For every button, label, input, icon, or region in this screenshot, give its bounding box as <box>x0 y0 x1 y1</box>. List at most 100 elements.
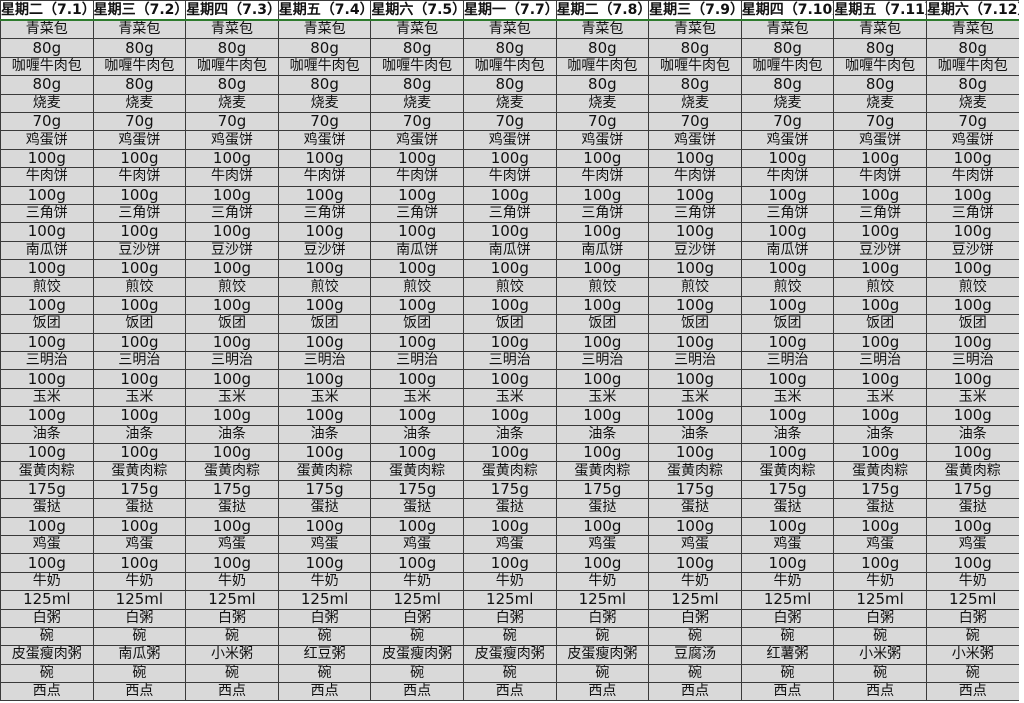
menu-cell[interactable]: 80g <box>277 75 372 95</box>
menu-cell[interactable]: 100g <box>185 553 279 573</box>
menu-cell[interactable]: 白粥 <box>740 608 835 628</box>
menu-cell[interactable]: 100g <box>833 442 927 463</box>
menu-cell[interactable]: 烧麦 <box>648 93 742 113</box>
menu-cell[interactable]: 100g <box>277 148 372 169</box>
menu-cell[interactable]: 175g <box>92 479 187 500</box>
menu-cell[interactable]: 碗 <box>740 626 835 647</box>
menu-cell[interactable]: 牛肉饼 <box>740 167 835 187</box>
menu-cell[interactable]: 100g <box>925 332 1020 353</box>
menu-cell[interactable]: 烧麦 <box>925 93 1020 113</box>
menu-cell[interactable]: 100g <box>740 442 835 463</box>
menu-cell[interactable]: 100g <box>740 553 835 573</box>
menu-cell[interactable]: 牛奶 <box>277 571 372 592</box>
menu-cell[interactable]: 饭团 <box>462 314 557 334</box>
menu-cell[interactable]: 70g <box>185 111 279 132</box>
menu-cell[interactable]: 三明治 <box>925 351 1020 371</box>
menu-cell[interactable]: 三明治 <box>0 351 94 371</box>
menu-cell[interactable]: 三角饼 <box>462 203 557 224</box>
menu-cell[interactable]: 100g <box>92 406 187 426</box>
menu-cell[interactable]: 牛肉饼 <box>0 167 94 187</box>
menu-cell[interactable]: 蛋黄肉粽 <box>0 461 94 481</box>
menu-cell[interactable]: 南瓜饼 <box>555 240 650 261</box>
menu-cell[interactable]: 煎饺 <box>462 277 557 297</box>
menu-cell[interactable]: 80g <box>555 38 650 58</box>
menu-cell[interactable]: 蛋挞 <box>277 498 372 518</box>
menu-cell[interactable]: 100g <box>277 185 372 205</box>
menu-cell[interactable]: 100g <box>462 516 557 536</box>
menu-cell[interactable]: 100g <box>370 185 464 205</box>
menu-cell[interactable]: 100g <box>92 295 187 316</box>
menu-cell[interactable]: 100g <box>925 148 1020 169</box>
menu-cell[interactable]: 皮蛋瘦肉粥 <box>370 645 464 665</box>
menu-cell[interactable]: 100g <box>740 148 835 169</box>
menu-cell[interactable]: 100g <box>833 369 927 389</box>
menu-cell[interactable]: 皮蛋瘦肉粥 <box>462 645 557 665</box>
menu-cell[interactable]: 牛肉饼 <box>648 167 742 187</box>
menu-cell[interactable]: 125ml <box>277 590 372 610</box>
menu-cell[interactable]: 100g <box>92 369 187 389</box>
menu-cell[interactable]: 100g <box>370 148 464 169</box>
menu-cell[interactable]: 80g <box>462 38 557 58</box>
menu-cell[interactable]: 80g <box>833 75 927 95</box>
menu-cell[interactable]: 三明治 <box>185 351 279 371</box>
menu-cell[interactable]: 三明治 <box>740 351 835 371</box>
menu-cell[interactable]: 125ml <box>185 590 279 610</box>
menu-cell[interactable]: 牛奶 <box>740 571 835 592</box>
menu-cell[interactable]: 175g <box>833 479 927 500</box>
menu-cell[interactable]: 三明治 <box>370 351 464 371</box>
menu-cell[interactable]: 鸡蛋饼 <box>277 130 372 150</box>
menu-cell[interactable]: 三明治 <box>648 351 742 371</box>
menu-cell[interactable]: 80g <box>648 38 742 58</box>
menu-cell[interactable]: 碗 <box>648 663 742 684</box>
menu-cell[interactable]: 100g <box>185 259 279 279</box>
menu-cell[interactable]: 碗 <box>555 626 650 647</box>
menu-cell[interactable]: 牛奶 <box>925 571 1020 592</box>
menu-cell[interactable]: 饭团 <box>185 314 279 334</box>
menu-cell[interactable]: 三角饼 <box>0 203 94 224</box>
menu-cell[interactable]: 玉米 <box>925 387 1020 408</box>
menu-cell[interactable]: 100g <box>370 259 464 279</box>
menu-cell[interactable]: 玉米 <box>0 387 94 408</box>
menu-cell[interactable]: 牛奶 <box>462 571 557 592</box>
menu-cell[interactable]: 100g <box>462 442 557 463</box>
menu-cell[interactable]: 鸡蛋 <box>925 534 1020 555</box>
menu-cell[interactable]: 碗 <box>555 663 650 684</box>
menu-cell[interactable]: 100g <box>648 295 742 316</box>
menu-cell[interactable]: 蛋挞 <box>648 498 742 518</box>
menu-cell[interactable]: 100g <box>555 295 650 316</box>
menu-cell[interactable]: 100g <box>0 553 94 573</box>
menu-cell[interactable]: 豆沙饼 <box>92 240 187 261</box>
menu-cell[interactable]: 100g <box>92 185 187 205</box>
menu-cell[interactable]: 碗 <box>277 663 372 684</box>
menu-cell[interactable]: 70g <box>740 111 835 132</box>
menu-cell[interactable]: 牛肉饼 <box>462 167 557 187</box>
menu-cell[interactable]: 100g <box>740 406 835 426</box>
menu-cell[interactable]: 125ml <box>0 590 94 610</box>
menu-cell[interactable]: 80g <box>740 38 835 58</box>
menu-cell[interactable]: 煎饺 <box>370 277 464 297</box>
menu-cell[interactable]: 鸡蛋饼 <box>648 130 742 150</box>
menu-cell[interactable]: 100g <box>648 185 742 205</box>
menu-cell[interactable]: 100g <box>370 332 464 353</box>
menu-cell[interactable]: 饭团 <box>925 314 1020 334</box>
menu-cell[interactable]: 100g <box>648 369 742 389</box>
menu-cell[interactable]: 咖喱牛肉包 <box>462 56 557 77</box>
menu-cell[interactable]: 175g <box>185 479 279 500</box>
menu-cell[interactable]: 碗 <box>370 626 464 647</box>
menu-cell[interactable]: 南瓜饼 <box>462 240 557 261</box>
menu-cell[interactable]: 牛肉饼 <box>185 167 279 187</box>
menu-cell[interactable]: 蛋黄肉粽 <box>185 461 279 481</box>
menu-cell[interactable]: 碗 <box>185 626 279 647</box>
menu-cell[interactable]: 饭团 <box>370 314 464 334</box>
menu-cell[interactable]: 鸡蛋饼 <box>185 130 279 150</box>
menu-cell[interactable]: 125ml <box>555 590 650 610</box>
day-header-cell[interactable]: 星期四（7.3） <box>185 0 279 21</box>
menu-cell[interactable]: 青菜包 <box>833 19 927 40</box>
menu-cell[interactable]: 碗 <box>92 626 187 647</box>
menu-cell[interactable]: 100g <box>833 516 927 536</box>
menu-cell[interactable]: 100g <box>370 295 464 316</box>
menu-cell[interactable]: 烧麦 <box>185 93 279 113</box>
menu-cell[interactable]: 80g <box>740 75 835 95</box>
menu-cell[interactable]: 白粥 <box>925 608 1020 628</box>
menu-cell[interactable]: 蛋挞 <box>740 498 835 518</box>
